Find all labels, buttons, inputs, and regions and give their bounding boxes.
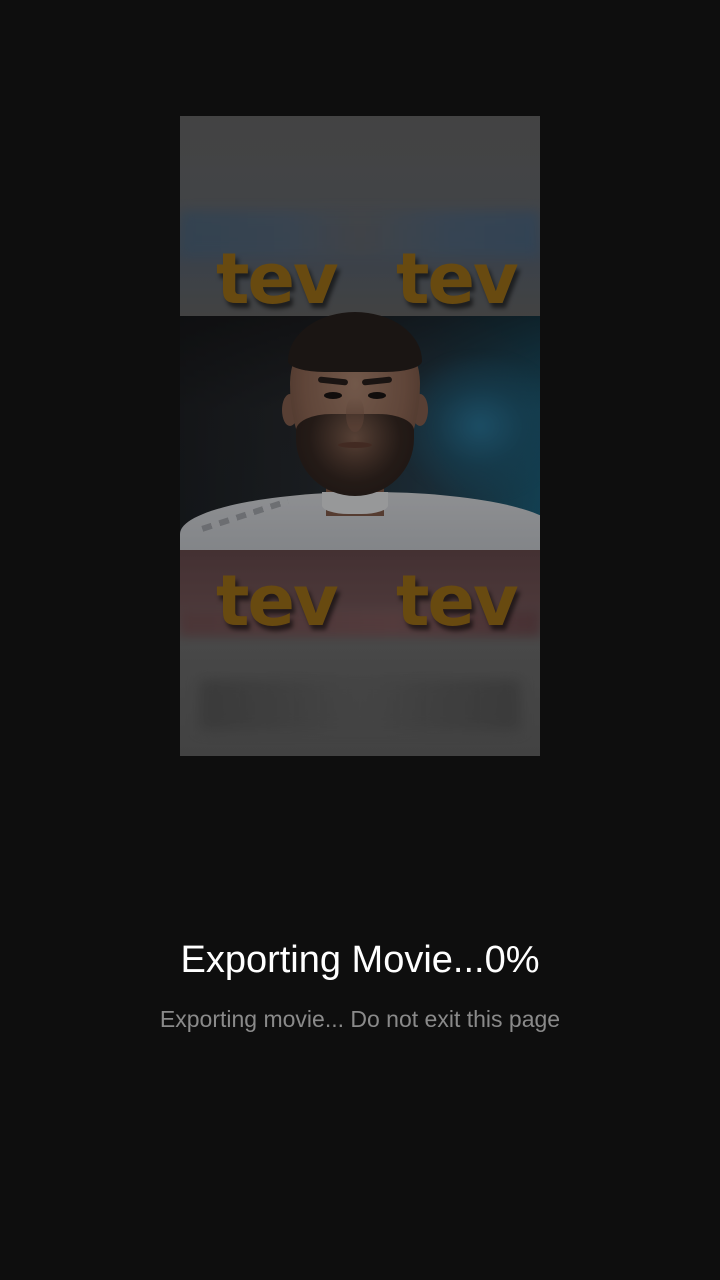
export-screen: tev tev tev tev Exporting Movie...0% Exp… [0,0,720,1280]
preview-dim-overlay [180,116,540,756]
export-progress-title: Exporting Movie...0% [180,939,540,981]
video-preview: tev tev tev tev [180,116,540,756]
export-warning-message: Exporting movie... Do not exit this page [159,1006,561,1032]
